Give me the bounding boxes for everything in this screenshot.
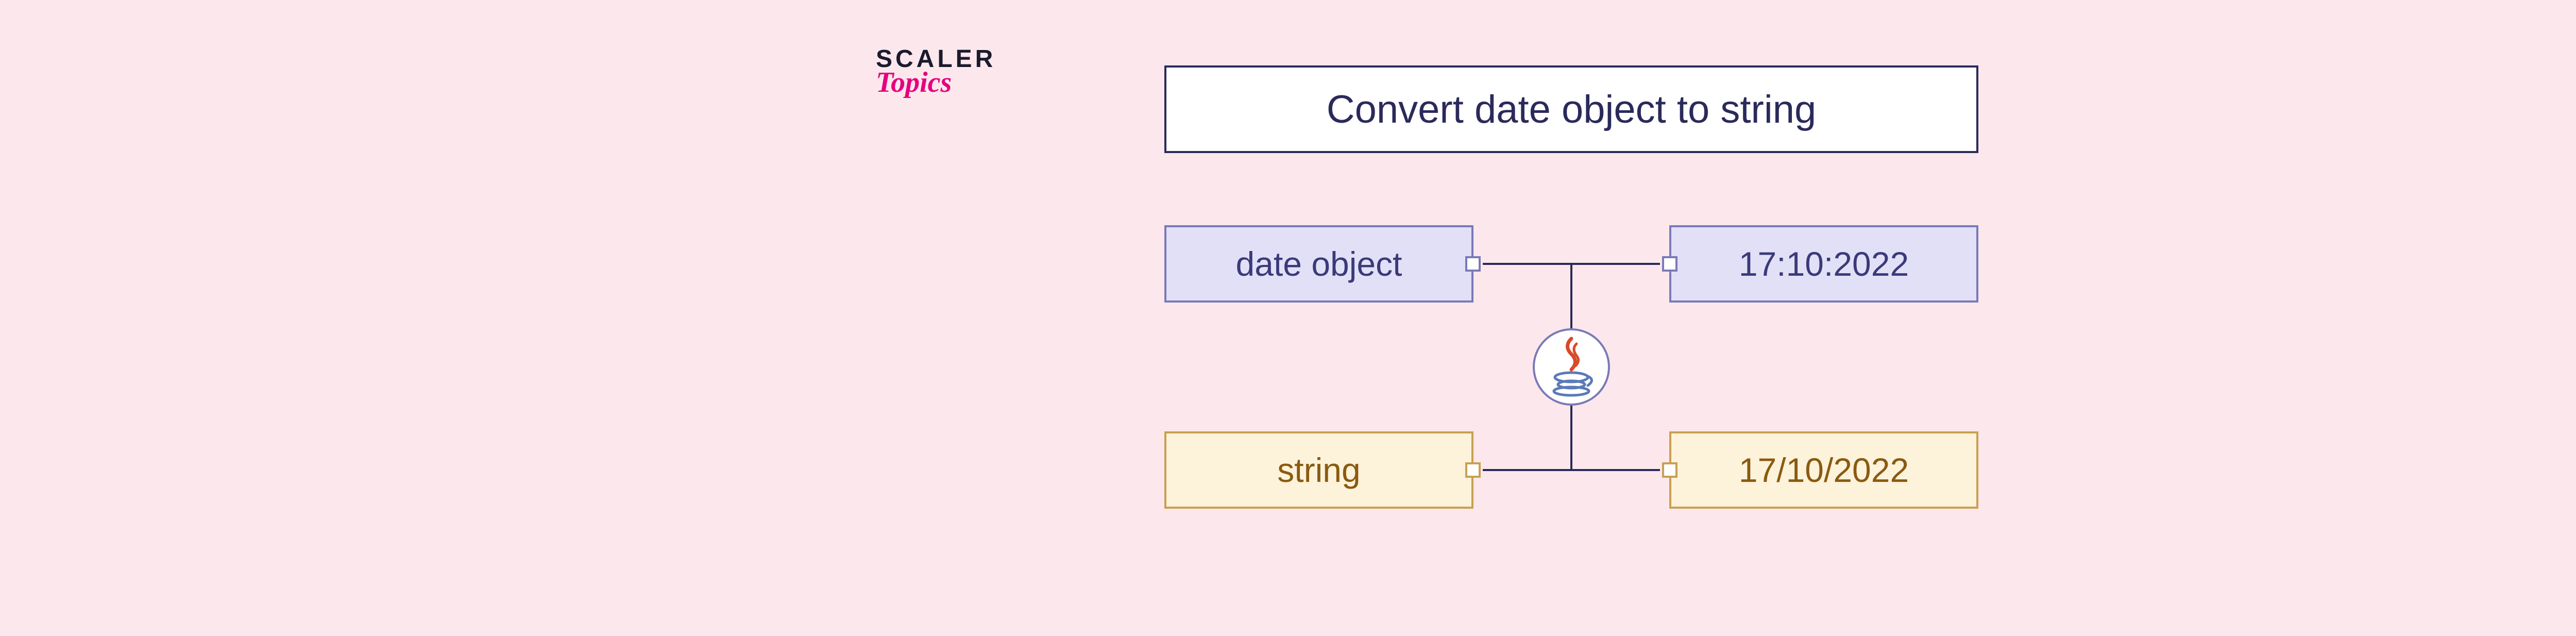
node-string-label: string [1164, 431, 1473, 509]
node-text: 17:10:2022 [1739, 244, 1909, 283]
diagram-canvas: SCALER Topics Convert date object to str… [876, 35, 2215, 601]
diagram-title-text: Convert date object to string [1327, 87, 1817, 132]
port-icon [1662, 256, 1677, 272]
port-icon [1465, 462, 1481, 478]
node-date-object-label: date object [1164, 225, 1473, 303]
scaler-topics-logo: SCALER Topics [876, 45, 996, 99]
node-string-value: 17/10/2022 [1669, 431, 1978, 509]
node-text: string [1277, 450, 1360, 490]
port-icon [1465, 256, 1481, 272]
node-text: date object [1236, 244, 1402, 283]
port-icon [1662, 462, 1677, 478]
java-icon [1533, 328, 1610, 406]
diagram-title: Convert date object to string [1164, 65, 1978, 153]
node-text: 17/10/2022 [1739, 450, 1909, 490]
java-logo-svg [1548, 336, 1595, 398]
node-date-object-value: 17:10:2022 [1669, 225, 1978, 303]
